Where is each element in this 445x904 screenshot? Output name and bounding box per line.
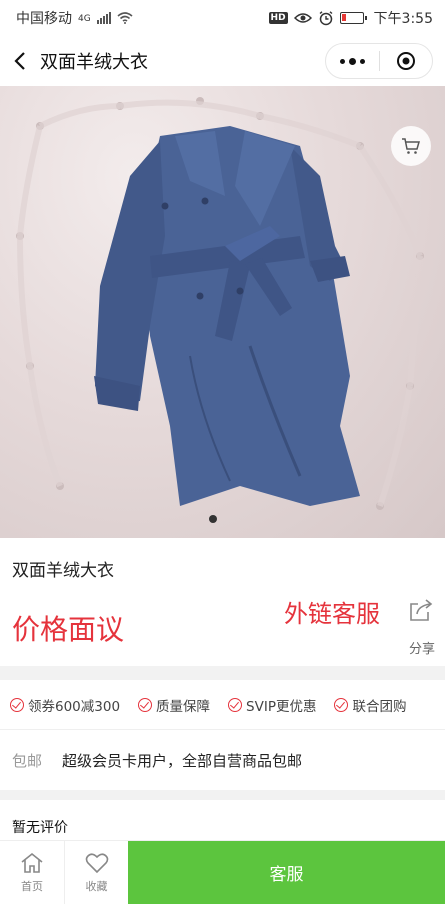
home-tab[interactable]: 首页 xyxy=(0,841,64,904)
product-image xyxy=(16,97,424,510)
more-button[interactable] xyxy=(326,44,379,78)
battery-icon xyxy=(339,12,367,24)
mini-program-capsule xyxy=(325,43,433,79)
chevron-left-icon xyxy=(14,52,25,70)
favorite-tab[interactable]: 收藏 xyxy=(64,841,128,904)
cart-button[interactable] xyxy=(391,126,431,166)
product-price: 价格面议 xyxy=(12,613,125,646)
shopping-cart-icon xyxy=(402,138,420,154)
shipping-row: 包邮 超级会员卡用户，全部自营商品包邮 xyxy=(0,730,445,790)
section-divider xyxy=(0,790,445,800)
external-service-link[interactable]: 外链客服 xyxy=(284,594,380,629)
favorite-tab-label: 收藏 xyxy=(85,880,108,893)
heart-icon xyxy=(85,853,108,874)
product-name: 双面羊绒大衣 xyxy=(12,561,114,581)
product-image-gallery[interactable] xyxy=(0,86,445,538)
check-circle-icon xyxy=(138,697,153,712)
shipping-text: 超级会员卡用户，全部自营商品包邮 xyxy=(62,751,303,770)
wifi-icon xyxy=(117,12,133,24)
share-icon xyxy=(410,599,433,621)
reviews-section: 暂无评价 xyxy=(0,800,445,840)
promo-tag: 质量保障 xyxy=(138,695,210,715)
customer-service-button[interactable]: 客服 xyxy=(128,841,445,904)
status-bar: 中国移动 4G HD 下午3:55 xyxy=(0,0,445,36)
bottom-action-bar: 首页 收藏 客服 xyxy=(0,840,445,904)
check-circle-icon xyxy=(228,697,243,712)
home-icon xyxy=(21,852,43,873)
carrier-name: 中国移动 xyxy=(16,11,72,27)
share-label[interactable]: 分享 xyxy=(409,638,435,657)
reviews-title: 暂无评价 xyxy=(12,820,68,836)
page-title: 双面羊绒大衣 xyxy=(40,52,148,73)
alarm-icon xyxy=(319,11,333,26)
clock: 下午3:55 xyxy=(373,11,433,27)
target-close-icon xyxy=(396,52,415,70)
more-icon xyxy=(339,57,365,65)
check-circle-icon xyxy=(334,697,349,712)
network-type: 4G xyxy=(78,14,91,24)
carousel-indicator xyxy=(209,515,217,523)
back-button[interactable] xyxy=(0,36,40,86)
nav-bar: 双面羊绒大衣 xyxy=(0,36,445,86)
eye-icon xyxy=(293,13,312,23)
promotion-tags: 领券600减300 质量保障 SVIP更优惠 联合团购 xyxy=(0,680,445,730)
hd-badge: HD xyxy=(268,12,288,24)
promo-tag: 领券600减300 xyxy=(10,695,120,715)
home-tab-label: 首页 xyxy=(21,880,43,893)
promo-tag: SVIP更优惠 xyxy=(228,695,316,715)
check-circle-icon xyxy=(10,697,24,712)
section-divider xyxy=(0,666,445,680)
product-info: 双面羊绒大衣 价格面议 外链客服 分享 xyxy=(0,538,445,666)
close-button[interactable] xyxy=(380,44,433,78)
share-button[interactable] xyxy=(407,598,435,624)
shipping-label: 包邮 xyxy=(12,751,43,770)
signal-icon xyxy=(96,12,111,24)
promo-tag: 联合团购 xyxy=(334,695,406,715)
